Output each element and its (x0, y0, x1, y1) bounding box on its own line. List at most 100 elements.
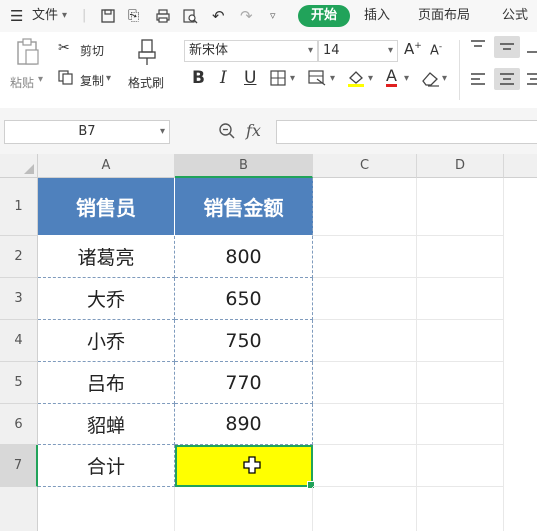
format-painter-icon[interactable] (136, 38, 158, 70)
font-color-icon[interactable]: A (386, 66, 397, 87)
file-menu[interactable]: 文件 (32, 0, 58, 32)
font-name-select[interactable]: 新宋体 ▾ (184, 40, 318, 62)
cell-b4[interactable]: 750 (175, 320, 313, 362)
cell-d1[interactable] (417, 178, 504, 236)
row-header-5[interactable]: 5 (0, 362, 38, 404)
align-top-icon[interactable] (470, 40, 486, 58)
name-box[interactable]: B7 ▾ (4, 120, 170, 144)
copy-button[interactable]: 复制 (80, 72, 104, 89)
cell-reference: B7 (78, 124, 96, 139)
cell-d7[interactable] (417, 445, 504, 487)
formula-input[interactable] (276, 120, 537, 144)
undo-icon[interactable]: ↶ (212, 0, 225, 32)
cell-c4[interactable] (313, 320, 417, 362)
spreadsheet-grid: A B C D 1 2 3 4 5 6 7 销售员 销售金额 诸葛亮 800 大… (0, 154, 537, 531)
file-chevron-down-icon[interactable]: ▾ (62, 0, 67, 32)
eraser-chevron-down-icon[interactable]: ▾ (442, 73, 447, 84)
increase-font-size-icon[interactable]: A+ (404, 40, 422, 58)
paste-icon[interactable] (14, 38, 42, 72)
format-painter-button[interactable]: 格式刷 (128, 74, 164, 91)
scissors-icon[interactable]: ✂ (58, 40, 70, 56)
tab-insert[interactable]: 插入 (364, 0, 390, 32)
font-color-chevron-down-icon[interactable]: ▾ (404, 73, 409, 84)
column-header-d[interactable]: D (417, 154, 504, 178)
cell-d3[interactable] (417, 278, 504, 320)
cell-d4[interactable] (417, 320, 504, 362)
fx-icon[interactable]: fx (246, 121, 261, 140)
paste-button[interactable]: 粘贴 (10, 74, 34, 91)
cell-d8[interactable] (417, 487, 504, 531)
hamburger-menu-icon[interactable]: ☰ (10, 0, 23, 32)
print-preview-icon[interactable] (182, 0, 198, 32)
eraser-icon[interactable] (420, 69, 440, 91)
cell-b6[interactable]: 890 (175, 404, 313, 445)
font-size-select[interactable]: 14 ▾ (318, 40, 398, 62)
underline-icon[interactable]: U (244, 68, 256, 88)
cell-c6[interactable] (313, 404, 417, 445)
tab-page-layout[interactable]: 页面布局 (418, 0, 470, 32)
row-header-8[interactable] (0, 487, 38, 531)
save-icon[interactable] (100, 0, 116, 32)
cell-d6[interactable] (417, 404, 504, 445)
align-bottom-icon[interactable] (526, 40, 537, 58)
cell-style-chevron-down-icon[interactable]: ▾ (330, 73, 335, 84)
fill-color-chevron-down-icon[interactable]: ▾ (368, 73, 373, 84)
row-header-4[interactable]: 4 (0, 320, 38, 362)
column-header-e[interactable] (504, 154, 537, 178)
column-header-c[interactable]: C (313, 154, 417, 178)
cut-button[interactable]: 剪切 (80, 42, 104, 59)
align-center-button[interactable] (494, 68, 520, 90)
paste-chevron-down-icon[interactable]: ▾ (38, 74, 43, 85)
cell-b8[interactable] (175, 487, 313, 531)
cell-d5[interactable] (417, 362, 504, 404)
cell-b5[interactable]: 770 (175, 362, 313, 404)
tab-formulas[interactable]: 公式 (502, 0, 528, 32)
select-all-corner[interactable] (0, 154, 38, 178)
copy-icon[interactable] (58, 70, 73, 89)
cell-c1[interactable] (313, 178, 417, 236)
cell-style-icon[interactable] (308, 70, 326, 90)
row-header-2[interactable]: 2 (0, 236, 38, 278)
cell-b7-selected[interactable] (175, 445, 315, 489)
cell-a7[interactable]: 合计 (38, 445, 175, 487)
fill-color-icon[interactable] (346, 68, 366, 92)
row-header-3[interactable]: 3 (0, 278, 38, 320)
print-icon[interactable] (155, 0, 171, 32)
row-header-6[interactable]: 6 (0, 404, 38, 445)
cell-c3[interactable] (313, 278, 417, 320)
redo-icon[interactable]: ↷ (240, 0, 253, 32)
cell-c2[interactable] (313, 236, 417, 278)
cell-a4[interactable]: 小乔 (38, 320, 175, 362)
cell-b2[interactable]: 800 (175, 236, 313, 278)
cell-d2[interactable] (417, 236, 504, 278)
borders-icon[interactable] (270, 70, 286, 90)
cell-b1[interactable]: 销售金额 (175, 178, 313, 236)
borders-chevron-down-icon[interactable]: ▾ (290, 73, 295, 84)
italic-icon[interactable]: I (220, 68, 227, 88)
zoom-search-icon[interactable] (218, 122, 236, 144)
column-header-a[interactable]: A (38, 154, 175, 178)
cell-c7[interactable] (313, 445, 417, 487)
menu-bar: ☰ 文件 ▾ | ⎘ ↶ ↷ ▿ 开始 插入 页面布局 公式 (0, 0, 537, 32)
decrease-font-size-icon[interactable]: A- (430, 42, 442, 58)
align-right-icon[interactable] (526, 72, 537, 90)
tab-home[interactable]: 开始 (298, 5, 350, 27)
cell-a2[interactable]: 诸葛亮 (38, 236, 175, 278)
column-header-b[interactable]: B (175, 154, 313, 178)
cell-b3[interactable]: 650 (175, 278, 313, 320)
copy-chevron-down-icon[interactable]: ▾ (106, 73, 111, 84)
align-middle-button[interactable] (494, 36, 520, 58)
cell-a1[interactable]: 销售员 (38, 178, 175, 236)
cell-c8[interactable] (313, 487, 417, 531)
cell-a6[interactable]: 貂蝉 (38, 404, 175, 445)
cell-a8[interactable] (38, 487, 175, 531)
export-icon[interactable]: ⎘ (128, 0, 139, 32)
align-left-icon[interactable] (470, 72, 486, 90)
row-header-1[interactable]: 1 (0, 178, 38, 236)
bold-icon[interactable]: B (192, 68, 205, 88)
quick-access-dropdown-icon[interactable]: ▿ (270, 0, 276, 32)
cell-c5[interactable] (313, 362, 417, 404)
row-header-7[interactable]: 7 (0, 445, 38, 487)
cell-a3[interactable]: 大乔 (38, 278, 175, 320)
cell-a5[interactable]: 吕布 (38, 362, 175, 404)
